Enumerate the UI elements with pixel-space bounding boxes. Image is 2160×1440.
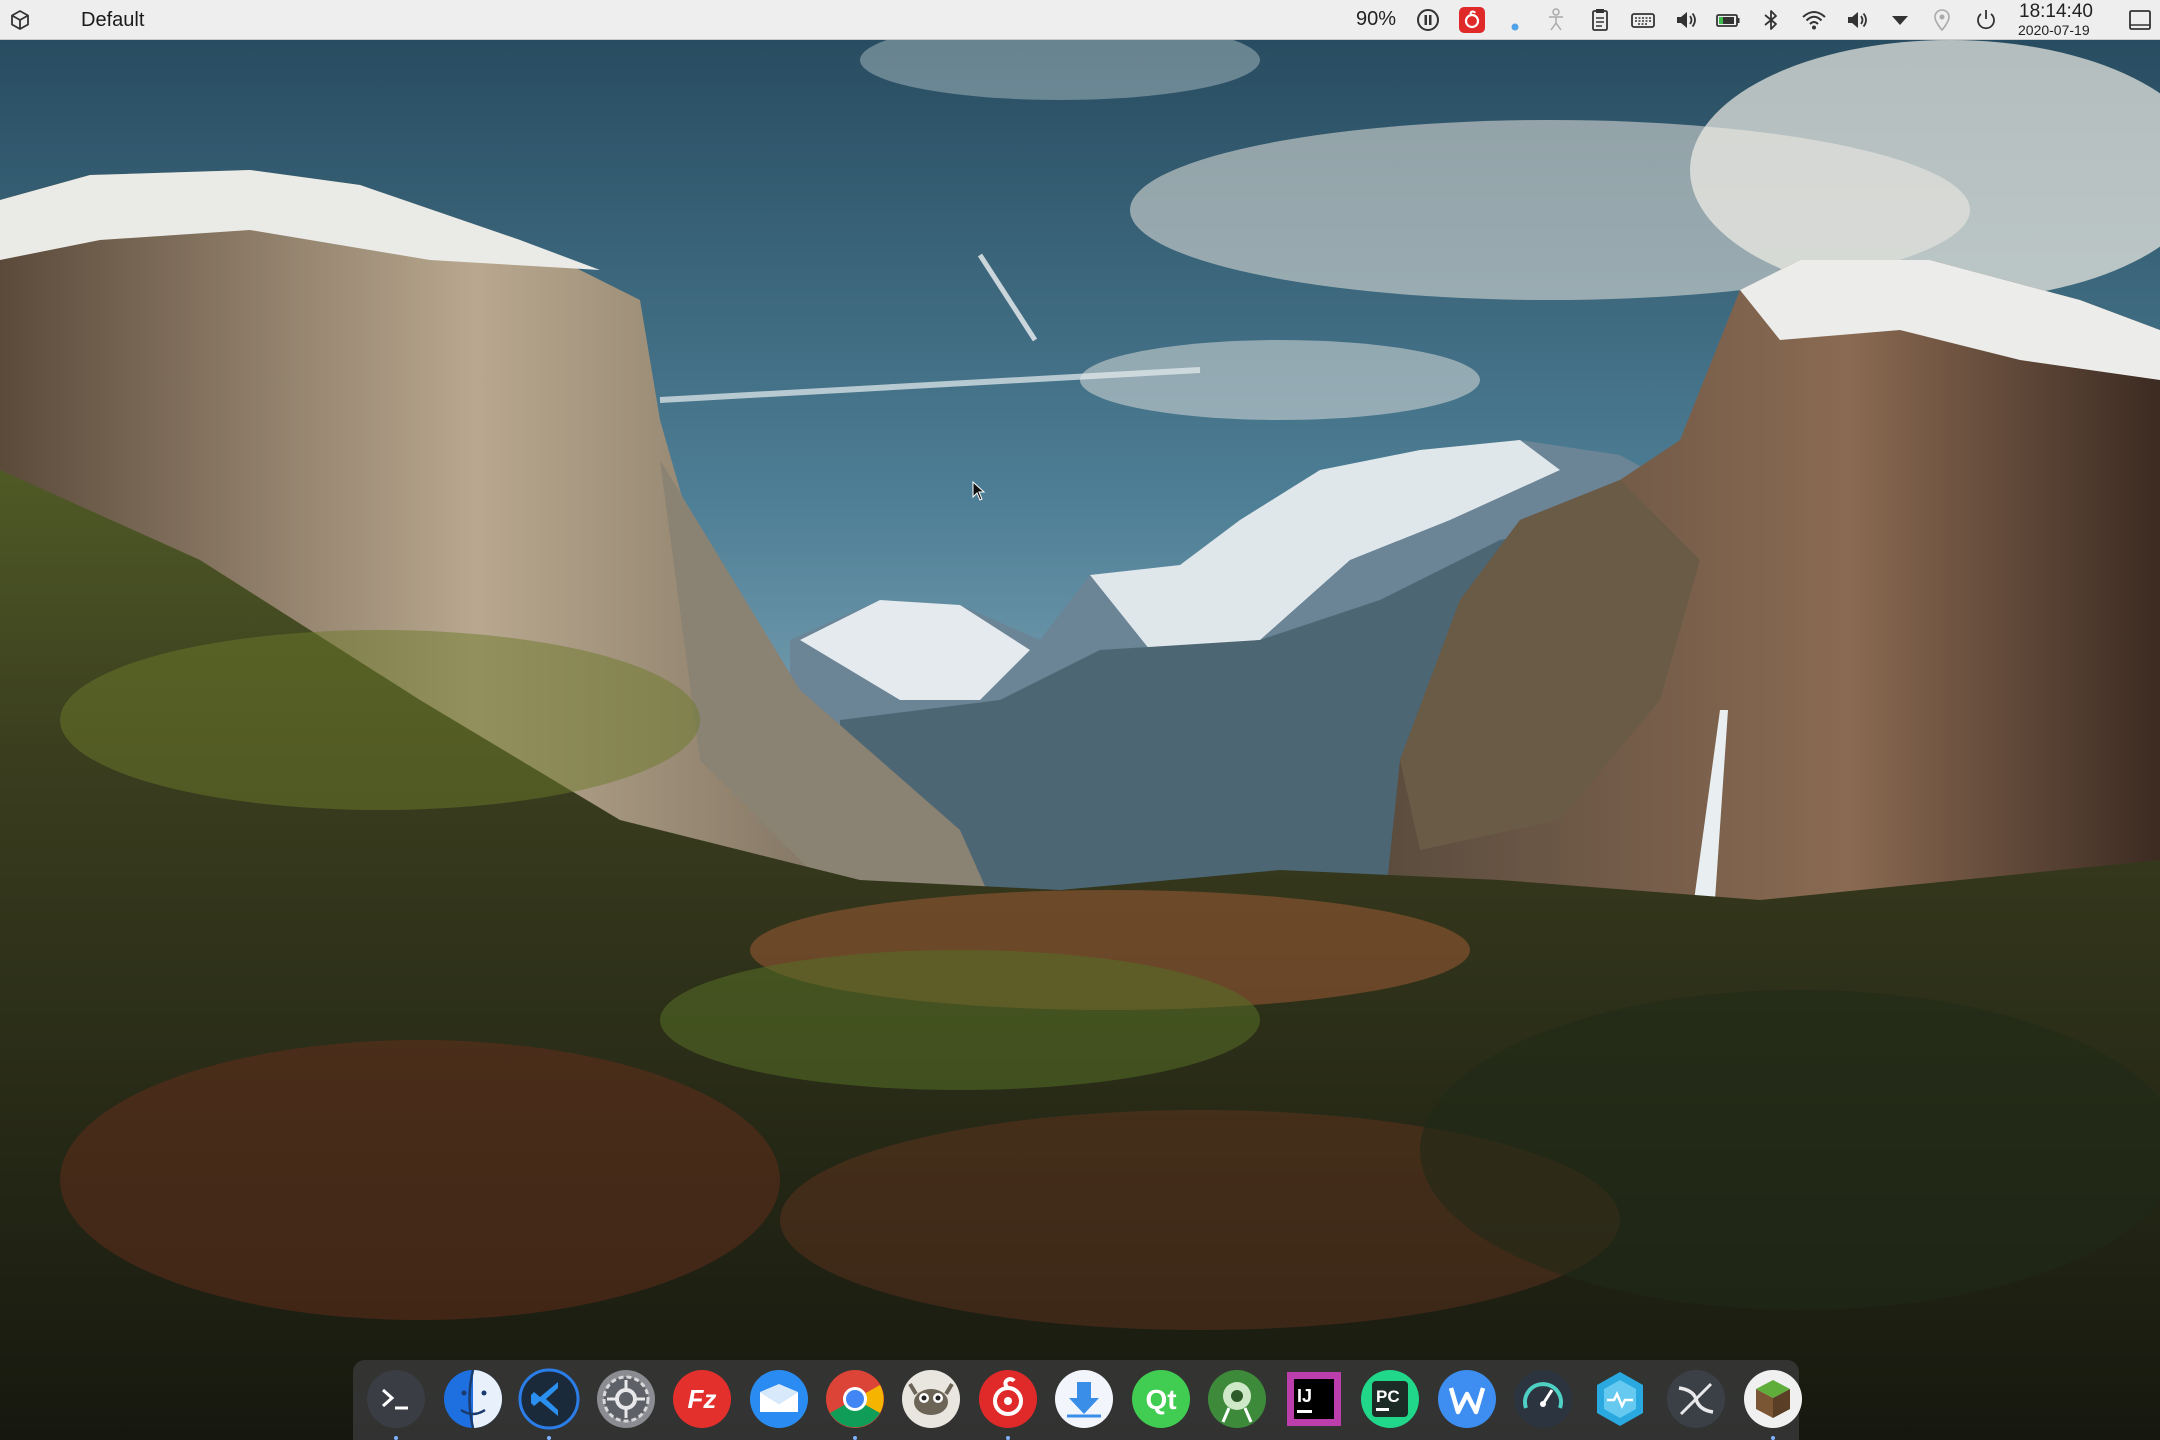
top-panel: Default 90% 18:14:40 2020-07-19 — [0, 0, 2160, 40]
dock-app-minecraft[interactable] — [1742, 1368, 1804, 1430]
download-icon — [1055, 1370, 1113, 1428]
pause-icon[interactable] — [1413, 5, 1443, 35]
svg-text:Qt: Qt — [1145, 1384, 1176, 1415]
netease-music-icon — [979, 1370, 1037, 1428]
writer-w-icon — [1438, 1370, 1496, 1428]
running-indicator — [1006, 1436, 1010, 1440]
gauge-icon — [1514, 1370, 1572, 1428]
power-icon[interactable] — [1971, 5, 2001, 35]
dock-app-downloader[interactable] — [1053, 1368, 1115, 1430]
running-indicator — [394, 1436, 398, 1440]
accessibility-icon[interactable] — [1541, 5, 1571, 35]
dock-app-finder[interactable] — [442, 1368, 504, 1430]
android-studio-icon — [1208, 1370, 1266, 1428]
app-menu-cube-icon[interactable] — [8, 8, 32, 32]
vscode-icon — [518, 1368, 580, 1430]
battery-percentage: 90% — [1356, 8, 1397, 30]
svg-text:IJ: IJ — [1297, 1386, 1312, 1406]
finder-icon — [444, 1369, 502, 1429]
location-icon[interactable] — [1927, 5, 1957, 35]
battery-icon[interactable] — [1713, 5, 1743, 35]
dock-app-writer[interactable] — [1436, 1368, 1498, 1430]
running-indicator — [853, 1436, 857, 1440]
mail-icon — [750, 1370, 808, 1428]
chrome-icon — [826, 1370, 884, 1428]
dock-app-filezilla[interactable]: Fz — [671, 1368, 733, 1430]
netease-music-icon[interactable] — [1457, 5, 1487, 35]
dock-app-gimp[interactable] — [900, 1368, 962, 1430]
terminal-icon — [367, 1370, 425, 1428]
settings-gear-icon — [597, 1370, 655, 1428]
dock-app-system-monitor[interactable] — [1512, 1368, 1574, 1430]
hexagon-icon — [1597, 1372, 1643, 1426]
dock-app-intellij[interactable]: IJ — [1283, 1368, 1345, 1430]
gimp-icon — [902, 1370, 960, 1428]
svg-text:PC: PC — [1376, 1387, 1400, 1406]
intellij-icon: IJ — [1287, 1372, 1341, 1426]
running-indicator — [547, 1436, 551, 1440]
dock-app-terminal[interactable] — [365, 1368, 427, 1430]
pycharm-icon: PC — [1361, 1370, 1419, 1428]
dock-app-qt-creator[interactable]: Qt — [1130, 1368, 1192, 1430]
svg-text:Fz: Fz — [688, 1384, 717, 1414]
clock-date[interactable]: 2020-07-19 — [2018, 22, 2090, 38]
dock-app-hexagon[interactable] — [1589, 1368, 1651, 1430]
expand-arrow-icon[interactable] — [1885, 5, 1915, 35]
dock-app-android-studio[interactable] — [1206, 1368, 1268, 1430]
dock: Fz Qt IJ PC — [353, 1360, 1802, 1440]
notification-dot-icon[interactable] — [1500, 5, 1530, 35]
running-indicator — [1771, 1436, 1775, 1440]
keyboard-icon[interactable] — [1628, 5, 1658, 35]
clipboard-icon[interactable] — [1585, 5, 1615, 35]
dock-app-settings[interactable] — [595, 1368, 657, 1430]
dock-app-vscode[interactable] — [518, 1368, 580, 1430]
filezilla-icon: Fz — [673, 1370, 731, 1428]
dock-app-chrome[interactable] — [824, 1368, 886, 1430]
dock-app-mail[interactable] — [748, 1368, 810, 1430]
desktop-wallpaper — [0, 0, 2160, 1440]
mouse-cursor-icon — [972, 481, 986, 501]
bluetooth-icon[interactable] — [1756, 5, 1786, 35]
volume-icon[interactable] — [1671, 5, 1701, 35]
volume-icon-2[interactable] — [1842, 5, 1872, 35]
dock-app-blender[interactable] — [1665, 1368, 1727, 1430]
blender-icon — [1667, 1370, 1725, 1428]
dock-app-pycharm[interactable]: PC — [1359, 1368, 1421, 1430]
show-desktop-icon[interactable] — [2125, 5, 2155, 35]
clock-time[interactable]: 18:14:40 — [2019, 1, 2093, 23]
qt-icon: Qt — [1132, 1370, 1190, 1428]
minecraft-icon — [1744, 1370, 1802, 1428]
dock-app-netease-music[interactable] — [977, 1368, 1039, 1430]
wifi-icon[interactable] — [1799, 5, 1829, 35]
active-window-title: Default — [81, 9, 145, 31]
